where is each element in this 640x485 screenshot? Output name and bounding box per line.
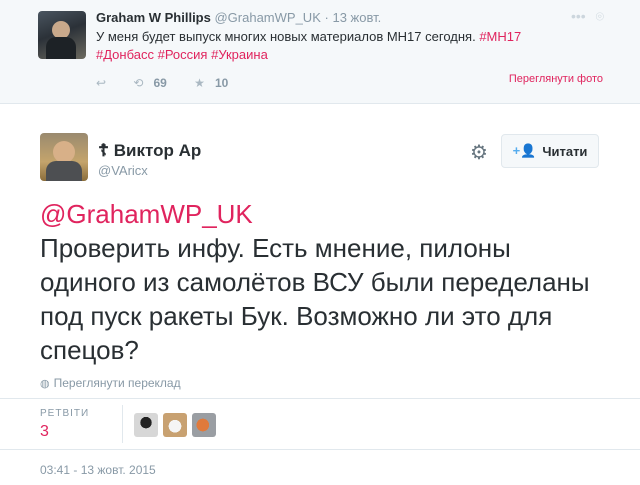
author-name-text: Виктор Ар (113, 141, 202, 160)
more-icon[interactable]: ••• (571, 8, 586, 24)
add-user-icon: +👤 (512, 143, 537, 158)
author-name[interactable]: ☦ Виктор Ар (98, 141, 201, 161)
hashtag-link[interactable]: #МН17 (479, 29, 521, 44)
location-icon[interactable]: ⌾ (596, 8, 604, 24)
parent-tweet-meta-icons: ••• ⌾ (565, 8, 604, 25)
retweets-count[interactable]: 3 (40, 423, 49, 441)
mention-link[interactable]: @GrahamWP_UK (40, 197, 610, 231)
parent-tweet-handle[interactable]: @GrahamWP_UK (214, 10, 320, 25)
retweeter-avatars (134, 413, 216, 437)
parent-tweet-date-sep: · (324, 10, 329, 25)
retweet-button[interactable]: ⟲ 69 (133, 76, 166, 90)
parent-tweet-author-name[interactable]: Graham W Phillips (96, 10, 211, 25)
orthodox-cross-icon: ☦ (98, 141, 110, 160)
retweets-label: РЕТВІТИ (40, 408, 90, 419)
tweet-text: @GrahamWP_UK Проверить инфу. Есть мнение… (40, 197, 610, 367)
parent-tweet-date[interactable]: 13 жовт. (332, 10, 381, 25)
parent-tweet[interactable]: Graham W Phillips @GrahamWP_UK · 13 жовт… (0, 0, 640, 104)
parent-tweet-avatar[interactable] (38, 11, 86, 59)
like-button[interactable]: ★ 10 (194, 76, 228, 90)
parent-tweet-body: У меня будет выпуск многих новых материа… (96, 29, 476, 44)
like-icon: ★ (194, 76, 205, 90)
translate-label: Переглянути переклад (53, 376, 181, 390)
tweet-body: Проверить инфу. Есть мнение, пилоны один… (40, 233, 590, 365)
parent-tweet-actions: ↩ ⟲ 69 ★ 10 (96, 76, 252, 90)
hashtag-link[interactable]: #Украина (211, 47, 268, 62)
view-photo-link[interactable]: Переглянути фото (509, 73, 603, 85)
retweeter-avatar[interactable] (192, 413, 216, 437)
tweet-stats: РЕТВІТИ 3 (0, 398, 640, 450)
gear-icon[interactable]: ⚙ (469, 143, 489, 163)
reply-icon: ↩ (96, 76, 107, 90)
like-count: 10 (214, 76, 229, 90)
tweet-timestamp[interactable]: 03:41 - 13 жовт. 2015 (40, 463, 156, 477)
retweet-count: 69 (153, 76, 167, 90)
hashtag-link[interactable]: #Россия (158, 47, 208, 62)
author-handle[interactable]: @VAricx (98, 163, 148, 178)
retweeter-avatar[interactable] (163, 413, 187, 437)
retweeter-avatar[interactable] (134, 413, 158, 437)
globe-icon: ◍ (40, 378, 50, 390)
author-avatar[interactable] (40, 133, 88, 181)
retweet-icon: ⟲ (133, 76, 144, 90)
parent-tweet-header: Graham W Phillips @GrahamWP_UK · 13 жовт… (96, 10, 381, 25)
follow-button[interactable]: +👤 Читати (501, 134, 599, 168)
stats-divider (122, 405, 123, 443)
reply-button[interactable]: ↩ (96, 76, 106, 90)
follow-label: Читати (542, 143, 588, 159)
parent-tweet-text: У меня будет выпуск многих новых материа… (96, 28, 566, 64)
hashtag-link[interactable]: #Донбасс (96, 47, 154, 62)
translate-link[interactable]: ◍ Переглянути переклад (40, 376, 181, 390)
